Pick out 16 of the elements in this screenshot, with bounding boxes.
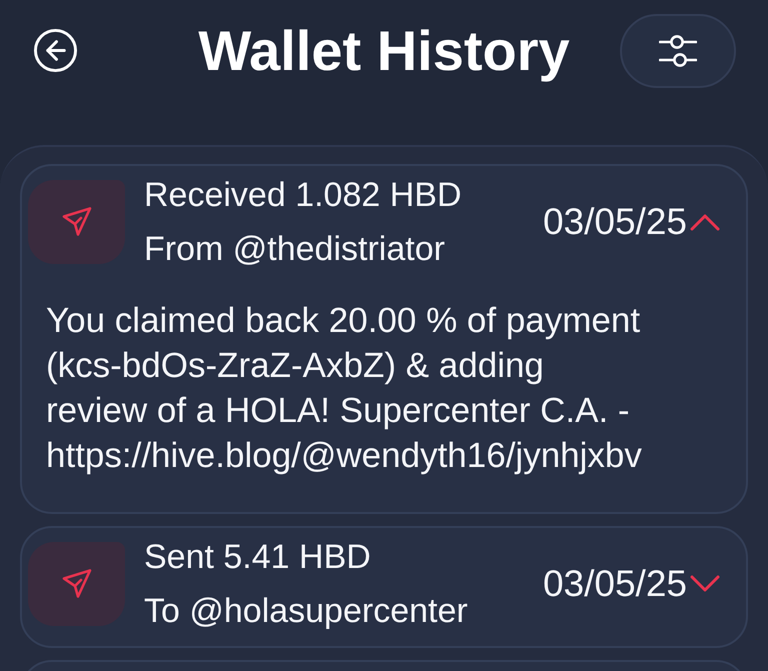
chevron-up-icon[interactable] bbox=[690, 213, 720, 231]
page-title: Wallet History bbox=[198, 18, 570, 84]
transaction-memo: You claimed back 20.00 % of payment (kcs-bdOs-ZraZ-AxbZ) & adding review of a HOLA! Supercenter C.A. - https://hive.blog/@wendyth16/jynhjxbv bbox=[46, 300, 643, 477]
transaction-party: From @thedistriator bbox=[144, 229, 446, 270]
transaction-date: 03/05/25 bbox=[542, 201, 687, 243]
transaction-card[interactable]: Sent 5.41 HBD To @holasupercenter 03/05/25 bbox=[20, 526, 748, 648]
transaction-party: To @holasupercenter bbox=[144, 591, 468, 632]
paper-plane-icon bbox=[62, 569, 92, 599]
paper-plane-icon bbox=[62, 207, 92, 237]
transaction-amount: Received 1.082 HBD bbox=[144, 175, 462, 216]
back-button[interactable] bbox=[34, 29, 77, 72]
transaction-amount: Sent 5.41 HBD bbox=[144, 537, 372, 578]
transaction-card[interactable]: Received 1.082 HBD From @thedistriator 03/05/25 You claimed back 20.00 % of payment (kcs-bdOs-ZraZ-AxbZ) & adding review of a HOLA! Supercenter C.A. - https://hive.blog/@wendyth16/jynhjxbv bbox=[20, 164, 748, 514]
filter-sliders-icon bbox=[659, 34, 697, 68]
transaction-date: 03/05/25 bbox=[542, 563, 687, 605]
chevron-down-icon[interactable] bbox=[690, 575, 720, 593]
